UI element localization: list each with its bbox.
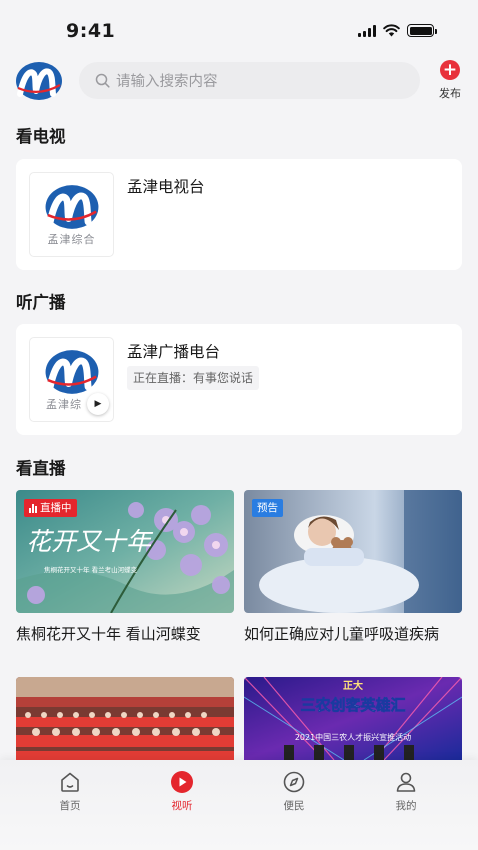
play-icon[interactable]: ▶ <box>87 393 109 415</box>
live-caption: 焦桐花开又十年 看山河蝶变 <box>16 625 201 643</box>
search-placeholder: 请输入搜索内容 <box>116 74 218 90</box>
search-input[interactable]: 请输入搜索内容 <box>79 62 420 99</box>
tab-home[interactable]: 首页 <box>35 770 105 813</box>
now-playing-status: 正在直播：有事您说话 <box>127 366 260 390</box>
header: 请输入搜索内容 + 发布 <box>0 58 478 106</box>
radio-channel-title: 孟津广播电台 <box>127 343 221 361</box>
app-logo[interactable] <box>15 61 63 101</box>
tab-label: 便民 <box>283 800 305 812</box>
publish-label: 发布 <box>439 87 461 100</box>
compass-icon <box>283 771 305 793</box>
section-title-radio: 听广播 <box>16 293 66 312</box>
image-headline: 三农创客英雄汇 <box>300 696 405 714</box>
search-icon <box>95 73 110 88</box>
tab-services[interactable]: 便民 <box>259 770 329 813</box>
live-thumbnail <box>16 677 234 760</box>
live-bars-icon <box>29 503 37 513</box>
bottom-tab-bar: 首页 视听 便民 我的 <box>0 760 478 850</box>
image-headline: 花开又十年 <box>26 527 154 556</box>
tab-media[interactable]: 视听 <box>147 770 217 813</box>
live-item[interactable]: 预告 如何正确应对儿童呼吸道疾病 <box>244 490 462 644</box>
channel-logo <box>45 350 99 394</box>
tab-label: 我的 <box>395 800 417 812</box>
cellular-signal-icon <box>358 24 376 37</box>
section-title-tv: 看电视 <box>16 127 66 146</box>
live-item[interactable] <box>16 677 234 770</box>
publish-button[interactable]: + 发布 <box>434 60 466 101</box>
plus-icon: + <box>440 60 460 80</box>
preview-badge-label: 预告 <box>257 502 278 514</box>
channel-logo <box>45 185 99 229</box>
live-badge: 直播中 <box>24 499 77 517</box>
preview-badge: 预告 <box>252 499 283 517</box>
tv-channel-card[interactable]: 孟津综合 孟津电视台 <box>16 159 462 270</box>
tab-profile[interactable]: 我的 <box>371 770 441 813</box>
tab-label: 首页 <box>59 800 81 812</box>
home-icon <box>61 772 79 792</box>
live-caption: 如何正确应对儿童呼吸道疾病 <box>244 625 440 643</box>
section-title-live: 看直播 <box>16 459 66 478</box>
live-thumbnail: 花开又十年 焦桐花开又十年 看兰考山河蝶变 直播中 <box>16 490 234 613</box>
status-bar: 9:41 <box>0 0 478 58</box>
live-thumbnail: 正大 三农创客英雄汇 2021中国三农人才振兴宣推活动 <box>244 677 462 760</box>
stage-event-image: 正大 三农创客英雄汇 2021中国三农人才振兴宣推活动 <box>244 677 462 760</box>
image-subtitle: 焦桐花开又十年 看兰考山河蝶变 <box>44 565 138 574</box>
image-top-text: 正大 <box>343 679 363 692</box>
status-icons <box>358 24 437 37</box>
thumbnail-caption: 孟津综合 <box>47 233 96 246</box>
live-badge-label: 直播中 <box>40 502 72 514</box>
tv-channel-title: 孟津电视台 <box>127 178 205 196</box>
radio-channel-card[interactable]: 孟津综 ▶ 孟津广播电台 正在直播：有事您说话 <box>16 324 462 435</box>
live-thumbnail: 预告 <box>244 490 462 613</box>
image-subtitle: 2021中国三农人才振兴宣推活动 <box>295 732 411 742</box>
battery-icon <box>407 24 437 37</box>
auditorium-image <box>16 677 234 760</box>
live-item[interactable]: 花开又十年 焦桐花开又十年 看兰考山河蝶变 直播中 焦桐花开又十年 看山河蝶变 <box>16 490 234 644</box>
tv-channel-thumbnail: 孟津综合 <box>29 172 114 257</box>
play-icon <box>171 771 193 793</box>
status-time: 9:41 <box>66 20 116 42</box>
user-icon <box>396 772 416 792</box>
wifi-icon <box>383 24 400 37</box>
live-item[interactable]: 正大 三农创客英雄汇 2021中国三农人才振兴宣推活动 <box>244 677 462 770</box>
radio-channel-thumbnail: 孟津综 ▶ <box>29 337 114 422</box>
tab-label: 视听 <box>171 800 193 812</box>
